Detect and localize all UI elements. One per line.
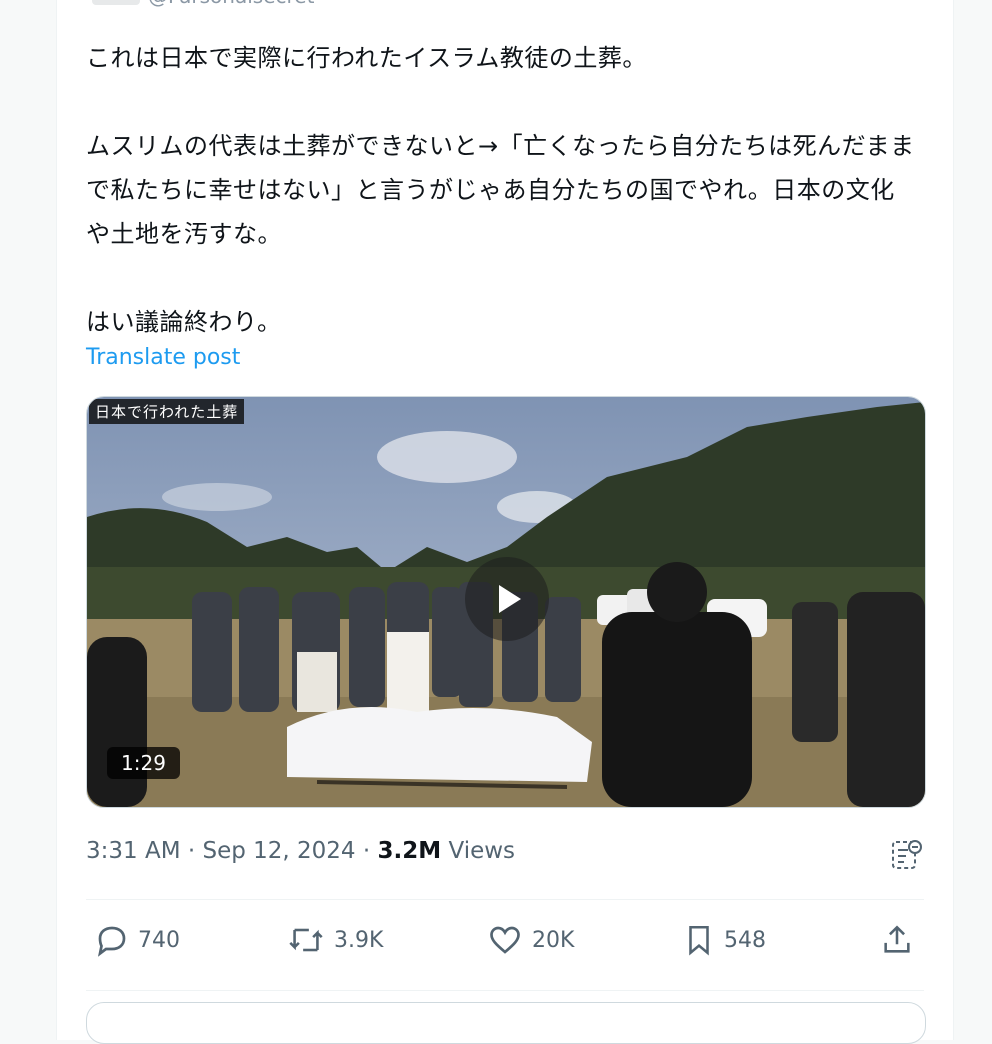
tweet-text: これは日本で実際に行われたイスラム教徒の土葬。 ムスリムの代表は土葬ができないと… — [86, 44, 915, 336]
reply-composer[interactable] — [86, 1002, 926, 1044]
share-button[interactable] — [880, 922, 914, 958]
tweet-date[interactable]: Sep 12, 2024 — [202, 838, 355, 864]
reply-count: 740 — [138, 927, 180, 953]
divider — [86, 899, 924, 900]
analytics-icon[interactable] — [890, 838, 924, 876]
tweet-time[interactable]: 3:31 AM — [86, 838, 181, 864]
share-icon — [884, 925, 910, 953]
tweet-meta: 3:31 AM · Sep 12, 2024 · 3.2M Views — [86, 838, 515, 864]
repost-button[interactable]: 3.9K — [286, 922, 383, 958]
divider-2 — [86, 990, 924, 991]
repost-count: 3.9K — [334, 927, 384, 953]
like-count: 20K — [532, 927, 575, 953]
video-player[interactable]: 日本で行われた土葬 1:29 — [86, 396, 926, 808]
like-button[interactable]: 20K — [486, 922, 574, 958]
bookmark-button[interactable]: 548 — [682, 922, 766, 958]
reply-button[interactable]: 740 — [94, 922, 180, 958]
author-row[interactable]: @Parsonalsecret — [92, 0, 314, 8]
repost-icon — [289, 928, 323, 952]
views-count: 3.2M — [377, 838, 442, 864]
author-handle[interactable]: @Parsonalsecret — [148, 0, 314, 8]
bookmark-count: 548 — [724, 927, 766, 953]
translate-post-link[interactable]: Translate post — [86, 345, 240, 370]
heart-icon — [490, 926, 520, 954]
reply-icon — [97, 926, 126, 957]
avatar[interactable] — [92, 0, 140, 5]
video-duration: 1:29 — [107, 747, 180, 779]
bookmark-icon — [689, 925, 709, 956]
meta-separator-2: · — [362, 838, 371, 864]
play-icon — [499, 585, 521, 613]
views-label: Views — [448, 838, 516, 864]
meta-separator: · — [187, 838, 196, 864]
action-bar: 740 3.9K 20K 548 — [86, 922, 924, 968]
play-button[interactable] — [465, 557, 549, 641]
video-caption: 日本で行われた土葬 — [89, 399, 245, 424]
